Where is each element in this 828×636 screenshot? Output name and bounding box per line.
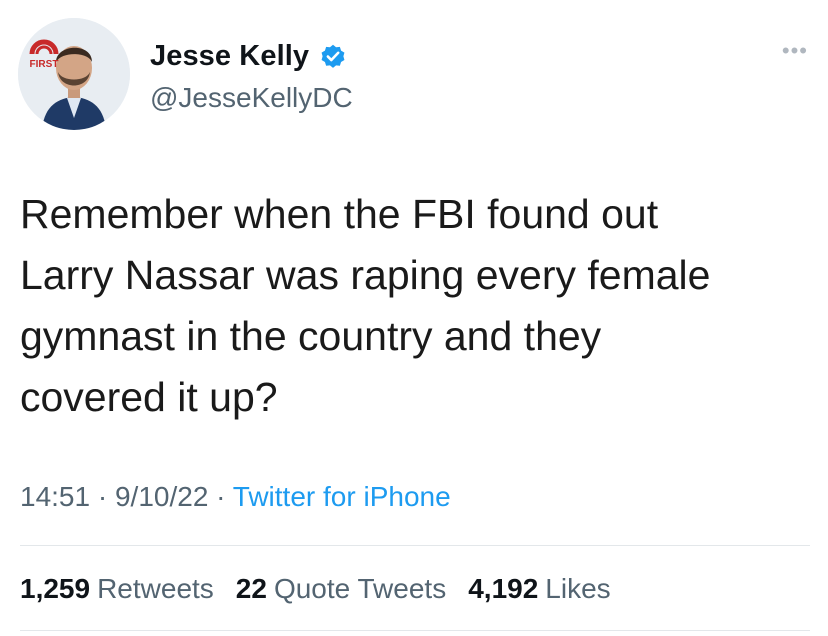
retweets-count: 1,259 [20, 573, 91, 604]
tweet-text: Remember when the FBI found out Larry Na… [20, 191, 711, 420]
tweet-card: FIRST Jesse Kelly @JesseKellyDC ••• Reme… [0, 0, 828, 636]
likes-stat[interactable]: 4,192 Likes [468, 573, 610, 605]
divider [20, 630, 810, 631]
engagement-stats: 1,259 Retweets 22 Quote Tweets 4,192 Likes [20, 573, 611, 605]
retweets-label: Retweets [97, 573, 214, 604]
likes-label: Likes [545, 573, 611, 604]
tweet-meta: 14:51 · 9/10/22 · Twitter for iPhone [20, 481, 451, 513]
avatar[interactable]: FIRST [18, 18, 130, 130]
quote-tweets-label: Quote Tweets [273, 573, 447, 604]
display-name[interactable]: Jesse Kelly [150, 40, 309, 73]
meta-separator: · [216, 481, 233, 512]
author-name-row[interactable]: Jesse Kelly [150, 40, 347, 73]
tweet-source[interactable]: Twitter for iPhone [233, 481, 451, 512]
author-handle[interactable]: @JesseKellyDC [150, 82, 353, 114]
retweets-stat[interactable]: 1,259 Retweets [20, 573, 214, 605]
verified-badge-icon [319, 43, 347, 71]
tweet-time[interactable]: 14:51 [20, 481, 90, 512]
quote-tweets-stat[interactable]: 22 Quote Tweets [236, 573, 446, 605]
avatar-image: FIRST [18, 18, 130, 130]
likes-count: 4,192 [468, 573, 539, 604]
more-options-icon[interactable]: ••• [782, 40, 808, 62]
divider [20, 545, 810, 546]
svg-text:FIRST: FIRST [30, 59, 59, 70]
meta-separator: · [97, 481, 115, 512]
quote-tweets-count: 22 [235, 573, 267, 604]
tweet-date[interactable]: 9/10/22 [115, 481, 208, 512]
